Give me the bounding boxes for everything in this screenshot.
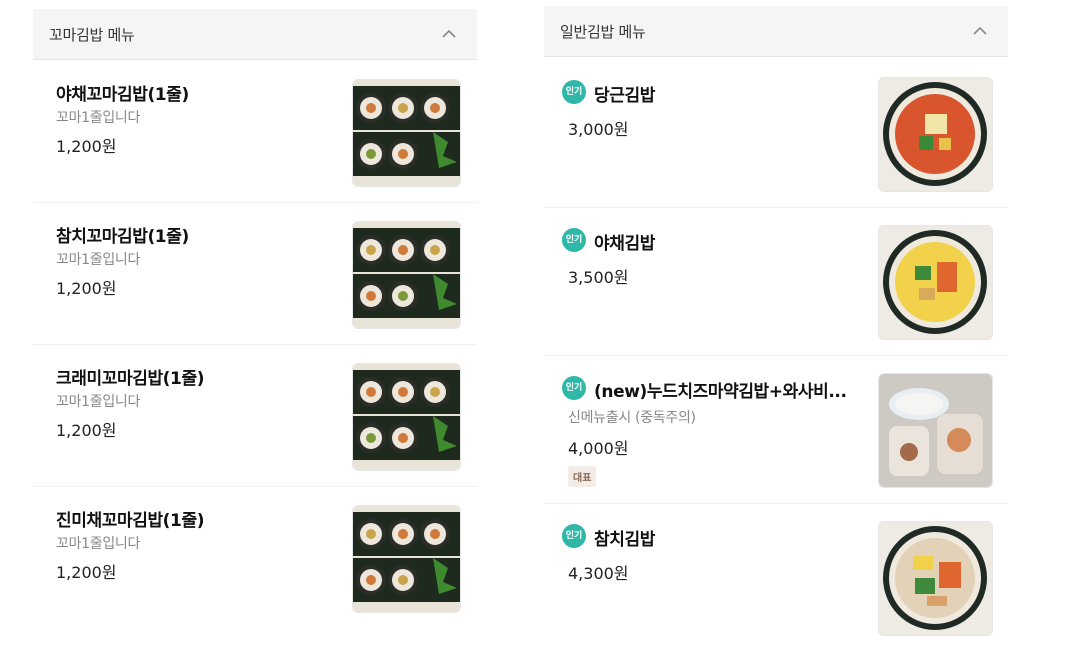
menu-item[interactable]: 인기 (new)누드치즈마약김밥+와사비... 신메뉴출시 (중독주의) 4,0… xyxy=(544,355,1008,504)
menu-item-price: 1,200원 xyxy=(56,563,117,582)
menu-item[interactable]: 인기 야채김밥 3,500원 xyxy=(544,207,1008,356)
menu-item-photo[interactable] xyxy=(878,77,993,192)
menu-item[interactable]: 인기 당근김밥 3,000원 xyxy=(544,59,1008,208)
menu-item-description: 신메뉴출시 (중독주의) xyxy=(568,410,696,426)
menu-item[interactable]: 참치꼬마김밥(1줄) 꼬마1줄입니다 1,200원 xyxy=(33,202,477,345)
popular-badge: 인기 xyxy=(562,524,586,548)
menu-item-price: 3,000원 xyxy=(568,120,629,139)
menu-item-photo[interactable] xyxy=(352,363,461,471)
popular-badge: 인기 xyxy=(562,376,586,400)
popular-badge: 인기 xyxy=(562,80,586,104)
menu-item-name: 크래미꼬마김밥(1줄) xyxy=(56,369,205,389)
menu-item-price: 1,200원 xyxy=(56,421,117,440)
menu-item-photo[interactable] xyxy=(878,225,993,340)
chevron-up-icon[interactable] xyxy=(441,26,457,42)
menu-item-name: 진미채꼬마김밥(1줄) xyxy=(56,511,205,531)
menu-item-price: 4,300원 xyxy=(568,564,629,583)
menu-item-description: 꼬마1줄입니다 xyxy=(56,110,141,126)
menu-item-name: 참치김밥 xyxy=(594,530,655,550)
section-header[interactable]: 꼬마김밥 메뉴 xyxy=(33,9,477,60)
menu-item-name: 참치꼬마김밥(1줄) xyxy=(56,227,189,247)
section-title: 일반김밥 메뉴 xyxy=(560,23,646,41)
menu-item-description: 꼬마1줄입니다 xyxy=(56,394,141,410)
menu-item-price: 1,200원 xyxy=(56,137,117,156)
popular-badge: 인기 xyxy=(562,228,586,252)
section-title: 꼬마김밥 메뉴 xyxy=(49,26,135,44)
menu-item-photo[interactable] xyxy=(352,221,461,329)
menu-item-price: 1,200원 xyxy=(56,279,117,298)
menu-item-photo[interactable] xyxy=(878,521,993,636)
menu-item[interactable]: 크래미꼬마김밥(1줄) 꼬마1줄입니다 1,200원 xyxy=(33,344,477,487)
menu-item-photo[interactable] xyxy=(878,373,993,488)
menu-item-name: (new)누드치즈마약김밥+와사비... xyxy=(594,382,847,402)
signature-tag: 대표 xyxy=(568,466,597,487)
menu-item-description: 꼬마1줄입니다 xyxy=(56,536,141,552)
section-header[interactable]: 일반김밥 메뉴 xyxy=(544,6,1008,57)
menu-item-price: 4,000원 xyxy=(568,439,629,458)
menu-item-photo[interactable] xyxy=(352,79,461,187)
menu-item-photo[interactable] xyxy=(352,505,461,613)
menu-item[interactable]: 인기 참치김밥 4,300원 xyxy=(544,503,1008,651)
chevron-up-icon[interactable] xyxy=(972,23,988,39)
menu-item[interactable]: 진미채꼬마김밥(1줄) 꼬마1줄입니다 1,200원 xyxy=(33,486,477,628)
menu-item-description: 꼬마1줄입니다 xyxy=(56,252,141,268)
menu-item-name: 야채꼬마김밥(1줄) xyxy=(56,85,189,105)
menu-item-name: 당근김밥 xyxy=(594,86,655,106)
menu-item[interactable]: 야채꼬마김밥(1줄) 꼬마1줄입니다 1,200원 xyxy=(33,60,477,203)
menu-item-price: 3,500원 xyxy=(568,268,629,287)
menu-item-name: 야채김밥 xyxy=(594,234,655,254)
